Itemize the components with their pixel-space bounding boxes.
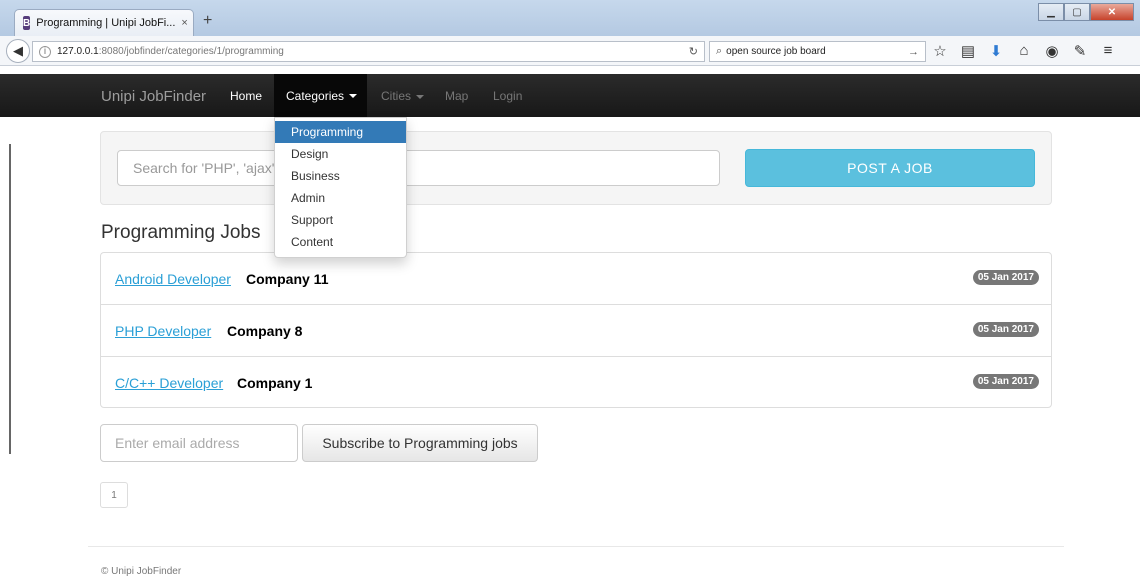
adblock-icon[interactable]: ◉	[1044, 42, 1060, 60]
site-navbar: Unipi JobFinder Home Categories Cities M…	[0, 74, 1140, 117]
nav-categories[interactable]: Categories	[274, 74, 367, 117]
email-field[interactable]	[100, 424, 298, 462]
info-icon[interactable]: i	[39, 45, 51, 58]
nav-home[interactable]: Home	[230, 89, 262, 103]
categories-dropdown: Programming Design Business Admin Suppor…	[274, 117, 407, 258]
tools-icon[interactable]: ✎	[1072, 42, 1088, 60]
bookmarks-icon[interactable]: ▤	[960, 42, 976, 60]
page-title: Programming Jobs	[101, 222, 261, 243]
dropdown-item-content[interactable]: Content	[275, 231, 406, 253]
url-text: 127.0.0.1:8080/jobfinder/categories/1/pr…	[57, 46, 284, 57]
window-close-icon[interactable]: ✕	[1090, 3, 1134, 21]
caret-down-icon	[349, 93, 358, 98]
job-company: Company 8	[227, 323, 303, 339]
back-arrow-icon[interactable]: ◀	[6, 39, 30, 63]
brand-logo[interactable]: Unipi JobFinder	[101, 88, 206, 105]
maximize-icon[interactable]: ▢	[1064, 3, 1090, 21]
nav-categories-label: Categories	[286, 88, 345, 103]
url-bar[interactable]: i 127.0.0.1:8080/jobfinder/categories/1/…	[32, 41, 705, 62]
post-job-button[interactable]: POST A JOB	[745, 149, 1035, 187]
dropdown-item-business[interactable]: Business	[275, 165, 406, 187]
arrow-right-icon[interactable]: →	[908, 46, 919, 58]
new-tab-icon[interactable]: +	[203, 12, 212, 30]
minimize-icon[interactable]: ▁	[1038, 3, 1064, 21]
window-controls: ▁ ▢ ✕	[1038, 3, 1134, 21]
date-badge: 05 Jan 2017	[972, 270, 1039, 285]
browser-tab[interactable]: B Programming | Unipi JobFi... ×	[14, 9, 194, 36]
dropdown-item-design[interactable]: Design	[275, 143, 406, 165]
job-company: Company 11	[246, 271, 329, 287]
nav-cities-label: Cities	[381, 89, 412, 103]
home-icon[interactable]: ⌂	[1016, 42, 1032, 60]
nav-map[interactable]: Map	[445, 89, 468, 103]
job-title-link[interactable]: C/C++ Developer	[115, 375, 223, 391]
nav-cities[interactable]: Cities	[381, 89, 425, 103]
bootstrap-favicon-icon: B	[23, 16, 31, 30]
job-title-link[interactable]: Android Developer	[115, 271, 231, 287]
date-badge: 05 Jan 2017	[972, 374, 1039, 389]
browser-search-bar[interactable]: ⌕ open source job board →	[709, 41, 926, 62]
job-company: Company 1	[237, 375, 313, 391]
subscribe-button[interactable]: Subscribe to Programming jobs	[302, 424, 538, 462]
nav-login[interactable]: Login	[493, 89, 522, 103]
jobs-list: Android Developer Company 11 05 Jan 2017…	[100, 252, 1052, 408]
search-icon: ⌕	[716, 45, 723, 57]
browser-search-text: open source job board	[726, 46, 826, 57]
page-edge-divider	[9, 144, 11, 454]
job-search-input[interactable]	[117, 150, 720, 186]
dropdown-item-admin[interactable]: Admin	[275, 187, 406, 209]
close-tab-icon[interactable]: ×	[181, 17, 187, 29]
date-badge: 05 Jan 2017	[972, 322, 1039, 337]
toolbar-icons: ☆ ▤ ⬇ ⌂ ◉ ✎ ≡	[932, 42, 1116, 60]
tab-title: Programming | Unipi JobFi...	[36, 17, 176, 29]
menu-icon[interactable]: ≡	[1100, 42, 1116, 60]
list-item: C/C++ Developer Company 1 05 Jan 2017	[101, 357, 1051, 409]
reload-icon[interactable]: ↻	[689, 45, 698, 58]
footer-divider	[88, 546, 1064, 547]
download-icon[interactable]: ⬇	[988, 42, 1004, 60]
dropdown-item-support[interactable]: Support	[275, 209, 406, 231]
dropdown-item-programming[interactable]: Programming	[275, 121, 406, 143]
pagination-page-1[interactable]: 1	[100, 482, 128, 508]
browser-titlebar: B Programming | Unipi JobFi... × + ▁ ▢ ✕	[0, 0, 1140, 36]
job-title-link[interactable]: PHP Developer	[115, 323, 211, 339]
footer-copyright: © Unipi JobFinder	[101, 566, 182, 577]
star-icon[interactable]: ☆	[932, 42, 948, 60]
list-item: Android Developer Company 11 05 Jan 2017	[101, 253, 1051, 305]
list-item: PHP Developer Company 8 05 Jan 2017	[101, 305, 1051, 357]
browser-toolbar: ◀ i 127.0.0.1:8080/jobfinder/categories/…	[0, 36, 1140, 66]
caret-down-icon	[416, 94, 425, 99]
